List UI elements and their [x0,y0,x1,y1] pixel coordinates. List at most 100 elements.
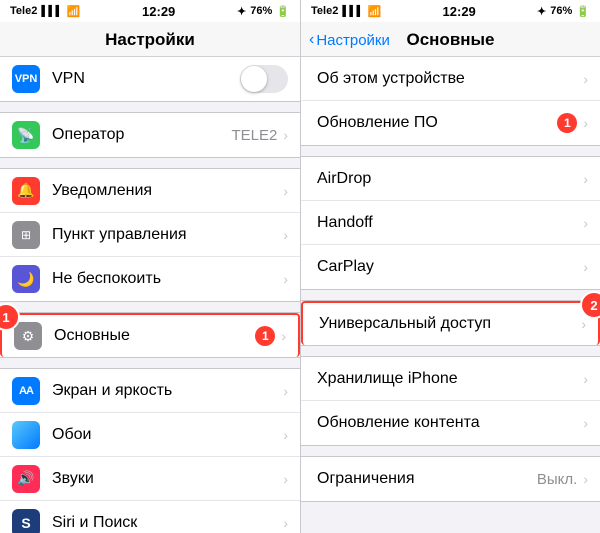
r-spacer2 [301,290,600,300]
carplay-label: CarPlay [317,258,583,276]
about-chevron: › [583,71,588,87]
left-panel: Tele2 ▌▌▌ 📶 12:29 ✦ 76% 🔋 Настройки VPN … [0,0,300,533]
display-chevron: › [283,383,288,399]
control-center-chevron: › [283,227,288,243]
siri-label: Siri и Поиск [52,514,283,532]
storage-item[interactable]: Хранилище iPhone › [301,357,600,401]
signal-left: ▌▌▌ [41,6,62,17]
battery-icon-right: 🔋 [576,5,590,18]
restrictions-value: Выкл. [537,471,577,488]
battery-icon-left: 🔋 [276,5,290,18]
display-icon: AA [12,377,40,405]
misc-group: AA Экран и яркость › Обои › 🔊 Звуки › S … [0,368,300,533]
sounds-chevron: › [283,471,288,487]
battery-percent-right: 76% [550,5,572,17]
update-chevron: › [583,115,588,131]
r-spacer4 [301,446,600,456]
carplay-item[interactable]: CarPlay › [301,245,600,289]
operator-group: 📡 Оператор TELE2 › [0,112,300,158]
storage-label: Хранилище iPhone [317,370,583,388]
back-label: Настройки [316,32,390,49]
wifi-right: 📶 [368,5,382,18]
restrictions-item[interactable]: Ограничения Выкл. › [301,457,600,501]
restrictions-label: Ограничения [317,470,537,488]
status-bar-left: Tele2 ▌▌▌ 📶 12:29 ✦ 76% 🔋 [0,0,300,22]
settings-list-left: VPN VPN 📡 Оператор TELE2 › 🔔 Уведомления [0,57,300,533]
signal-right: ▌▌▌ [342,6,363,17]
airdrop-item[interactable]: AirDrop › [301,157,600,201]
about-item[interactable]: Об этом устройстве › [301,57,600,101]
back-chevron: ‹ [309,31,314,49]
control-center-item[interactable]: ⊞ Пункт управления › [0,213,300,257]
storage-chevron: › [583,371,588,387]
spacer1 [0,102,300,112]
operator-label: Оператор [52,126,231,144]
general-group: 1 ⚙ Основные 1 › [0,312,300,358]
settings-list-right: Об этом устройстве › Обновление ПО 1 › A… [301,57,600,533]
nav-bar-right: ‹ Настройки Основные [301,22,600,57]
vpn-item[interactable]: VPN VPN [0,57,300,101]
airdrop-chevron: › [583,171,588,187]
time-right: 12:29 [443,4,476,19]
accessibility-label: Универсальный доступ [319,315,581,333]
back-button[interactable]: ‹ Настройки [309,31,390,49]
accessibility-chevron: › [581,316,586,332]
notifications-group: 🔔 Уведомления › ⊞ Пункт управления › 🌙 Н… [0,168,300,302]
spacer4 [0,358,300,368]
carrier-left: Tele2 [10,5,37,17]
about-label: Об этом устройстве [317,70,583,88]
siri-chevron: › [283,515,288,531]
control-center-icon: ⊞ [12,221,40,249]
display-item[interactable]: AA Экран и яркость › [0,369,300,413]
handoff-item[interactable]: Handoff › [301,201,600,245]
general-icon: ⚙ [14,322,42,350]
dnd-icon: 🌙 [12,265,40,293]
content-update-item[interactable]: Обновление контента › [301,401,600,445]
notifications-icon: 🔔 [12,177,40,205]
content-update-chevron: › [583,415,588,431]
general-label: Основные [54,327,255,345]
bluetooth-left: ✦ [237,5,246,18]
operator-value: TELE2 [231,127,277,144]
wallpaper-item[interactable]: Обои › [0,413,300,457]
bluetooth-right: ✦ [537,5,546,18]
vpn-icon: VPN [12,65,40,93]
accessibility-item[interactable]: 2 Универсальный доступ › [301,301,600,345]
display-label: Экран и яркость [52,382,283,400]
nav-bar-left: Настройки [0,22,300,57]
nav-title-right: Основные [406,30,494,50]
about-update-group: Об этом устройстве › Обновление ПО 1 › [301,57,600,146]
right-panel: Tele2 ▌▌▌ 📶 12:29 ✦ 76% 🔋 ‹ Настройки Ос… [300,0,600,533]
restrictions-group: Ограничения Выкл. › [301,456,600,502]
vpn-group: VPN VPN [0,57,300,102]
vpn-toggle[interactable] [240,65,288,93]
sounds-label: Звуки [52,470,283,488]
handoff-label: Handoff [317,214,583,232]
siri-item[interactable]: S Siri и Поиск › [0,501,300,533]
operator-icon: 📡 [12,121,40,149]
update-item[interactable]: Обновление ПО 1 › [301,101,600,145]
notifications-item[interactable]: 🔔 Уведомления › [0,169,300,213]
vpn-toggle-knob [241,66,267,92]
wallpaper-chevron: › [283,427,288,443]
operator-chevron: › [283,127,288,143]
content-update-label: Обновление контента [317,414,583,432]
carplay-chevron: › [583,259,588,275]
sounds-item[interactable]: 🔊 Звуки › [0,457,300,501]
carrier-right: Tele2 [311,5,338,17]
handoff-chevron: › [583,215,588,231]
vpn-label: VPN [52,70,240,88]
general-item[interactable]: 1 ⚙ Основные 1 › [0,313,300,357]
control-center-label: Пункт управления [52,226,283,244]
general-chevron: › [281,328,286,344]
airdrop-group: AirDrop › Handoff › CarPlay › [301,156,600,290]
spacer2 [0,158,300,168]
update-label: Обновление ПО [317,114,557,132]
storage-group: Хранилище iPhone › Обновление контента › [301,356,600,446]
battery-percent-left: 76% [250,5,272,17]
restrictions-chevron: › [583,471,588,487]
dnd-item[interactable]: 🌙 Не беспокоить › [0,257,300,301]
status-bar-right: Tele2 ▌▌▌ 📶 12:29 ✦ 76% 🔋 [301,0,600,22]
operator-item[interactable]: 📡 Оператор TELE2 › [0,113,300,157]
r-spacer3 [301,346,600,356]
